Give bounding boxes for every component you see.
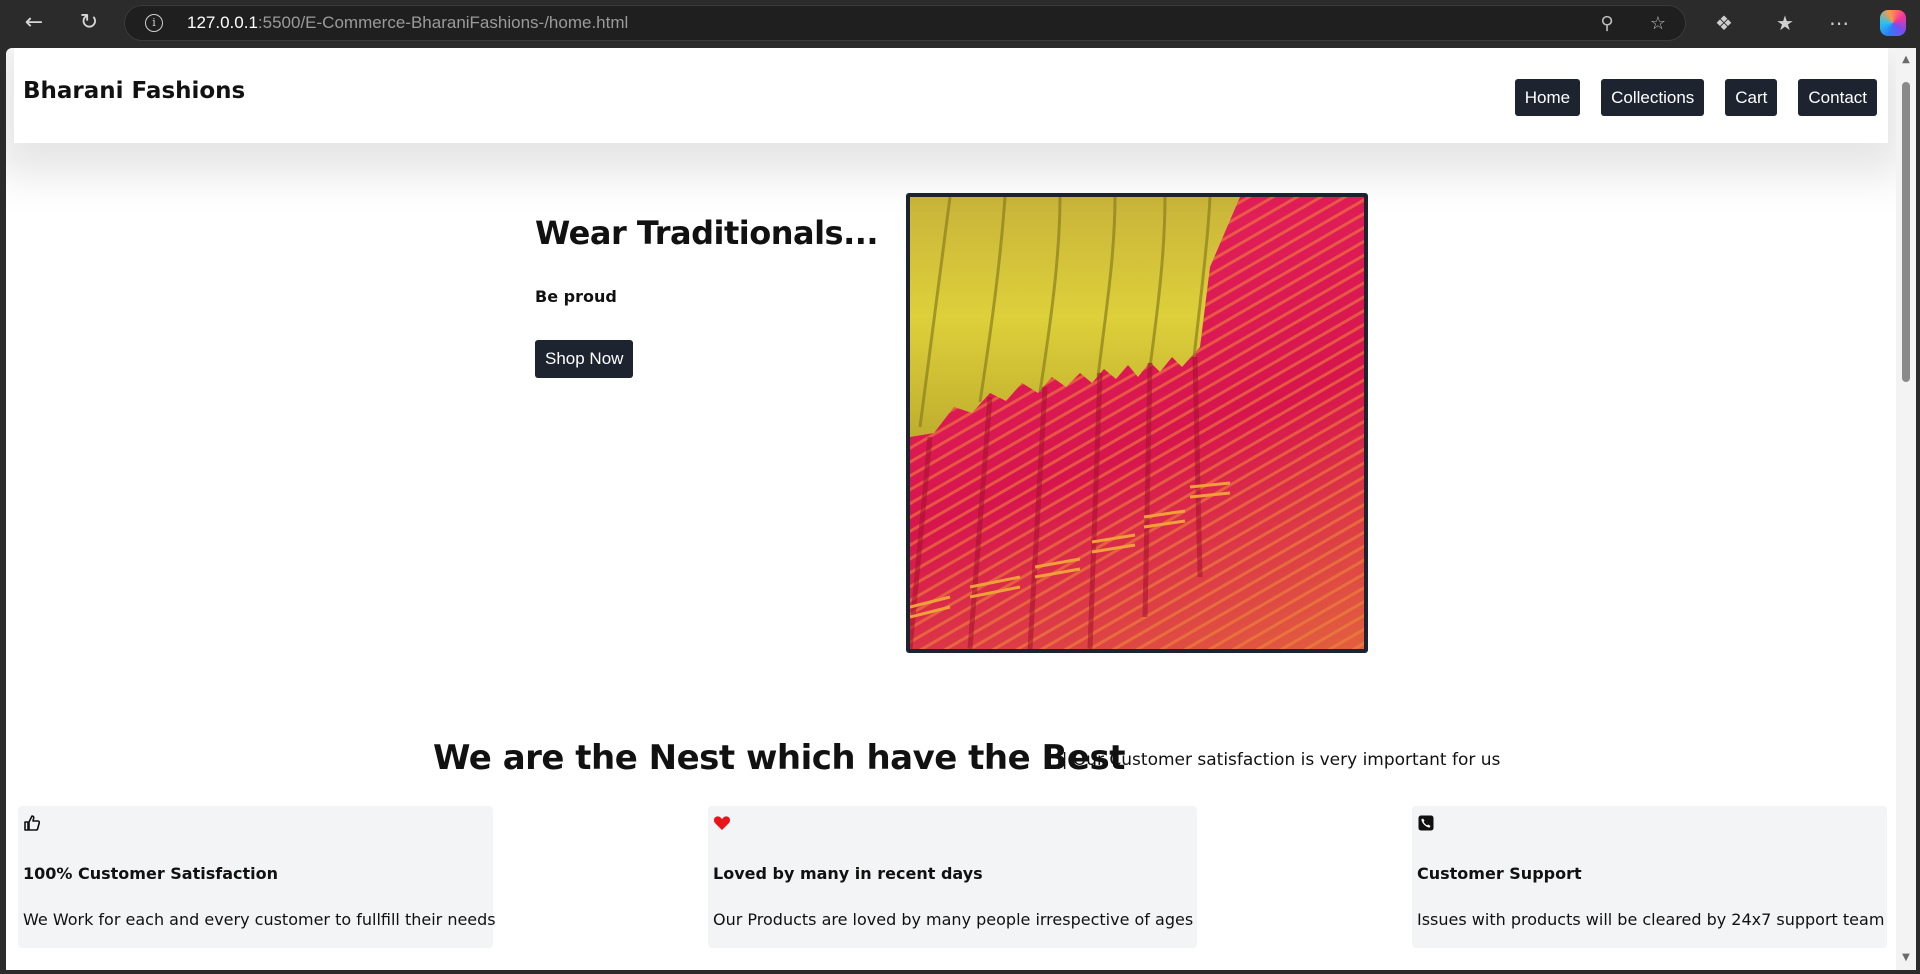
browser-toolbar: ← ↻ i 127.0.0.1:5500/E-Commerce-BharaniF… <box>0 0 1920 46</box>
address-bar[interactable]: i 127.0.0.1:5500/E-Commerce-BharaniFashi… <box>124 5 1686 41</box>
feature-card: Loved by many in recent days Our Product… <box>708 806 1197 948</box>
feature-title: 100% Customer Satisfaction <box>23 864 279 883</box>
feature-card: 100% Customer Satisfaction We Work for e… <box>18 806 496 948</box>
favorite-star-icon[interactable]: ☆ <box>1646 12 1670 36</box>
hero-title: Wear Traditionals... <box>535 214 879 252</box>
copilot-icon[interactable] <box>1880 10 1906 36</box>
scroll-up-arrow-icon[interactable]: ▲ <box>1900 54 1912 66</box>
feature-text: Issues with products will be cleared by … <box>1417 910 1885 929</box>
site-header: Bharani Fashions Home Collections Cart C… <box>14 48 1888 143</box>
nav-collections-button[interactable]: Collections <box>1601 79 1705 116</box>
favorites-icon[interactable]: ★ <box>1771 9 1799 37</box>
scrollbar-thumb[interactable] <box>1902 82 1910 382</box>
section-title: We are the Nest which have the Best <box>433 738 1125 778</box>
hero-subtitle: Be proud <box>535 287 617 306</box>
thumbs-up-icon <box>24 815 41 831</box>
site-info-icon[interactable]: i <box>145 14 163 32</box>
feature-title: Customer Support <box>1417 864 1582 883</box>
main-nav: Home Collections Cart Contact <box>1514 79 1877 116</box>
feature-title: Loved by many in recent days <box>713 864 983 883</box>
hero-saree-image <box>906 193 1368 653</box>
scroll-down-arrow-icon[interactable]: ▼ <box>1900 952 1912 964</box>
back-icon[interactable]: ← <box>19 8 49 38</box>
brand-logo[interactable]: Bharani Fashions <box>23 78 245 104</box>
heart-icon <box>713 816 731 830</box>
phone-icon <box>1418 815 1434 831</box>
feature-text: We Work for each and every customer to f… <box>23 910 496 929</box>
zoom-icon[interactable]: ⚲ <box>1595 12 1619 36</box>
shop-now-button[interactable]: Shop Now <box>535 340 634 378</box>
page-scrollbar[interactable]: ▲ ▼ <box>1896 48 1916 970</box>
more-menu-icon[interactable]: ⋯ <box>1825 9 1853 37</box>
reload-icon[interactable]: ↻ <box>74 8 104 38</box>
url-text: 127.0.0.1:5500/E-Commerce-BharaniFashion… <box>187 13 629 32</box>
nav-contact-button[interactable]: Contact <box>1798 79 1877 116</box>
page-viewport: Bharani Fashions Home Collections Cart C… <box>6 48 1896 970</box>
feature-text: Our Products are loved by many people ir… <box>713 910 1194 929</box>
nav-home-button[interactable]: Home <box>1514 79 1581 116</box>
section-tagline: || Our Customer satisfaction is very imp… <box>1056 750 1501 770</box>
nav-cart-button[interactable]: Cart <box>1725 79 1778 116</box>
feature-card: Customer Support Issues with products wi… <box>1412 806 1887 948</box>
extensions-icon[interactable]: ❖ <box>1710 9 1738 37</box>
